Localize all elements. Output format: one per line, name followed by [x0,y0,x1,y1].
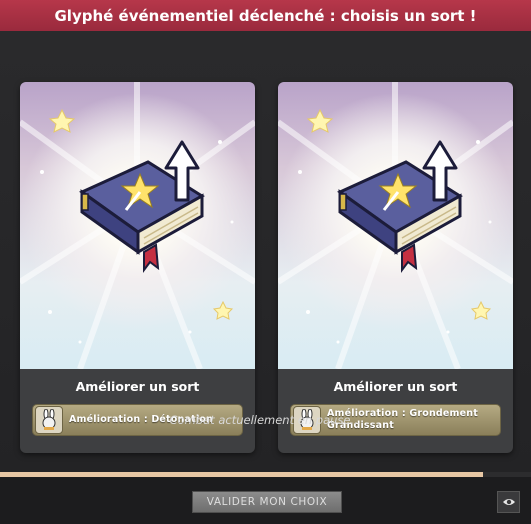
card-illustration [20,82,255,369]
event-header: Glyphé événementiel déclenché : choisis … [0,0,531,31]
visibility-toggle-button[interactable] [497,491,520,513]
choice-card-2[interactable]: Améliorer un sort Amélioration : Grondem… [278,82,513,453]
validate-choice-button[interactable]: VALIDER MON CHOIX [192,491,342,513]
event-title: Glyphé événementiel déclenché : choisis … [54,6,477,25]
footer-bar: VALIDER MON CHOIX [0,477,531,524]
pause-status-text: Combat actuellement en pause... [169,413,362,427]
spellbook-upgrade-icon [20,82,255,369]
eye-icon [502,499,515,505]
choice-panel: Améliorer un sort Amélioration : Détonat… [0,31,531,472]
spellbook-upgrade-icon [278,82,513,369]
card-illustration [278,82,513,369]
choice-card-1[interactable]: Améliorer un sort Amélioration : Détonat… [20,82,255,453]
card-title: Améliorer un sort [333,378,458,394]
card-title: Améliorer un sort [75,378,200,394]
